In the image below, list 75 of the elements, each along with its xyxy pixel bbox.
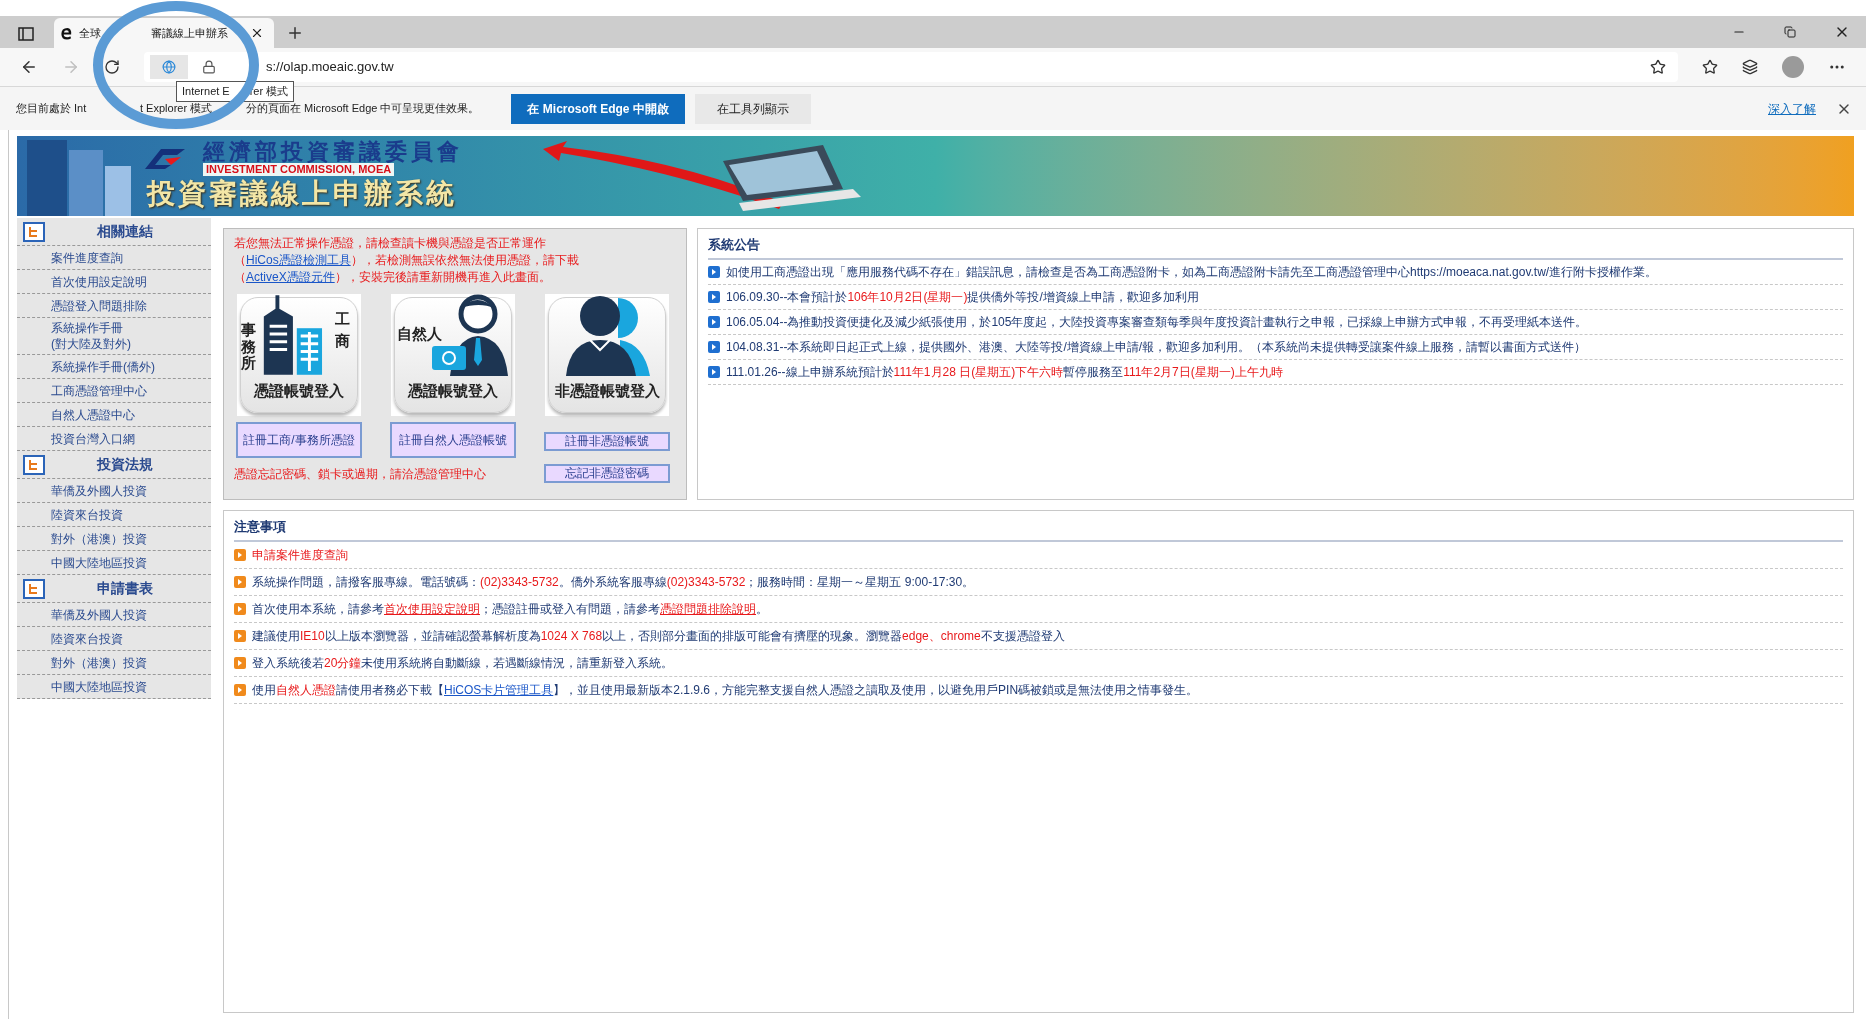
login-tile-button[interactable]: 自然人 憑證帳號登入 [391,294,515,416]
certificate-warning: 若您無法正常操作憑證，請檢查讀卡機與憑證是否正常運作（HiCos憑證檢測工具），若檢測無誤依然無法使用憑證，請下載（ActiveX憑證元件），安裝完後請重新開機再進入此畫面。 [234,235,580,286]
browser-logo-icon [60,26,73,40]
back-icon[interactable] [20,58,38,76]
learn-more-link[interactable]: 深入了解 [1768,99,1816,118]
forgot-note: 憑證忘記密碼、鎖卡或過期，請洽憑證管理中心 [234,465,486,483]
text-link[interactable]: 首次使用設定說明 [384,601,480,616]
info-message: 分的頁面在 Microsoft Edge 中可呈現更佳效果。 [246,101,480,117]
notice-text: 系統操作問題，請撥客服專線。電話號碼：(02)3343-5732。僑外系統客服專線(02)3343-5732；服務時間：星期一～星期五 9:00-17:30。 [252,573,975,590]
sidebar-section-title: 相關連結 [96,222,154,241]
new-tab-icon[interactable] [286,24,304,42]
panel-title: 系統公告 [708,235,1843,260]
text-link[interactable]: 憑證問題排除說明 [660,601,756,616]
sidebar-link[interactable]: 案件進度查詢 [51,249,123,266]
open-in-edge-button[interactable]: 在 Microsoft Edge 中開啟 [511,93,685,124]
collections-icon[interactable] [1742,59,1758,75]
close-icon[interactable] [250,26,264,40]
system-title: 投資審議線上申辦系統 [147,176,458,212]
notice-text: 使用自然人憑證請使用者務必下載【HiCOS卡片管理工具】，並且使用最新版本2.1.9.6，方能完整支援自然人憑證之讀取及使用，以避免用戶PIN碼被鎖或是無法使用之情事發生。 [252,681,1199,698]
users-icon [564,293,650,376]
info-message: t Explorer 模式 [140,101,214,117]
organization-name: 經濟部投資審議委員會 [203,140,463,163]
register-button[interactable]: 註冊工商/事務所憑證 [236,422,362,458]
text-link[interactable]: ActiveX憑證元件 [246,270,335,284]
restore-icon[interactable] [1784,26,1796,38]
sidebar-link[interactable]: 投資台灣入口網 [51,430,135,447]
tab-title: 全球 [79,25,101,41]
info-message: 您目前處於 Int [16,101,88,117]
register-button[interactable]: 註冊自然人憑證帳號 [390,422,516,458]
text-link[interactable]: HiCos憑證檢測工具 [246,253,351,267]
text-link[interactable]: HiCOS卡片管理工具 [444,682,554,697]
sidebar-link[interactable]: 陸資來台投資 [51,630,123,647]
lock-icon [202,60,216,74]
sidebar-link[interactable]: 自然人憑證中心 [51,406,135,423]
tooltip: Internet E rer 模式 [176,81,295,102]
announcement-text: 如使用工商憑證出現「應用服務代碼不存在」錯誤訊息，請檢查是否為工商憑證附卡，如為工商憑證附卡請先至工商憑證管理中心https://moeaca.nat.gov.tw/進行附卡授權作業。 [726,263,1658,280]
favorites-icon[interactable] [1702,59,1718,75]
announcement-text: 104.08.31--本系統即日起正式上線，提供國外、港澳、大陸等投/增資線上申請/報，歡迎多加利用。（本系統尚未提供轉受讓案件線上服務，請暫以書面方式送件） [726,338,1587,355]
sidebar-section-title: 申請書表 [96,579,154,598]
panel-title: 注意事項 [234,517,1843,542]
organization-english-name: INVESTMENT COMMISSION, MOEA [203,162,395,177]
tab-title: 審議線上申辦系 [151,25,228,41]
notice-text: 申請案件進度查詢 [252,546,348,563]
notice-text: 登入系統後若20分鐘未使用系統將自動斷線，若遇斷線情況，請重新登入系統。 [252,654,674,671]
sidebar-link[interactable]: 系統操作手冊(僑外) [51,358,155,375]
notice-text: 首次使用本系統，請參考首次使用設定說明；憑證註冊或登入有問題，請參考憑證問題排除說明。 [252,600,768,617]
announcement-text: 106.05.04--為推動投資便捷化及減少紙張使用，於105年度起，大陸投資專案審查類每季與年度投資計畫執行之申報，已採線上申辦方式申報，不再受理紙本送件。 [726,313,1588,330]
register-button[interactable]: 註冊非憑證帳號 [544,432,670,451]
sidebar-link[interactable]: 對外（港澳）投資 [51,530,147,547]
notice-text: 建議使用IE10以上版本瀏覽器，並請確認螢幕解析度為1024 X 768以上，否則部分畫面的排版可能會有擠壓的現象。瀏覽器edge、chrome不支援憑證登入 [252,627,1065,644]
sidebar-link[interactable]: 對外（港澳）投資 [51,654,147,671]
folder-tree-icon [23,221,45,242]
sidebar-link[interactable]: 華僑及外國人投資 [51,482,147,499]
add-favorite-icon[interactable] [1650,59,1666,75]
sidebar-link[interactable]: 憑證登入問題排除 [51,297,147,314]
login-tile-button[interactable]: 非憑證帳號登入 [545,294,669,416]
profile-avatar[interactable] [1782,56,1804,78]
url-text: s://olap.moeaic.gov.tw [266,58,394,77]
folder-tree-icon [23,454,45,475]
sidebar-section-title: 投資法規 [95,455,154,474]
sidebar-link[interactable]: 陸資來台投資 [51,506,123,523]
refresh-icon[interactable] [104,59,120,75]
folder-tree-icon [23,578,45,599]
login-tile-button[interactable]: 事務所 工商 憑證帳號登入 [237,294,361,416]
announcement-text: 111.01.26--線上申辦系統預計於111年1月28 日(星期五)下午六時暫停服務至111年2月7日(星期一)上午九時 [726,363,1283,380]
announcement-text: 106.09.30--本會預計於106年10月2日(星期一)提供僑外等投/增資線上申請，歡迎多加利用 [726,288,1199,305]
sidebar-link[interactable]: 中國大陸地區投資 [51,678,147,695]
sidebar-link[interactable]: 首次使用設定說明 [51,273,147,290]
show-in-toolbar-button[interactable]: 在工具列顯示 [694,93,811,124]
forgot-password-button[interactable]: 忘記非憑證密碼 [544,464,670,483]
sidebar-link[interactable]: 華僑及外國人投資 [51,606,147,623]
sidebar-link[interactable]: 中國大陸地區投資 [51,554,147,571]
sidebar-link[interactable]: 工商憑證管理中心 [51,382,147,399]
address-field[interactable]: s://olap.moeaic.gov.tw [144,52,1678,82]
sidebar-link[interactable]: 系統操作手冊 (對大陸及對外) [51,320,131,352]
